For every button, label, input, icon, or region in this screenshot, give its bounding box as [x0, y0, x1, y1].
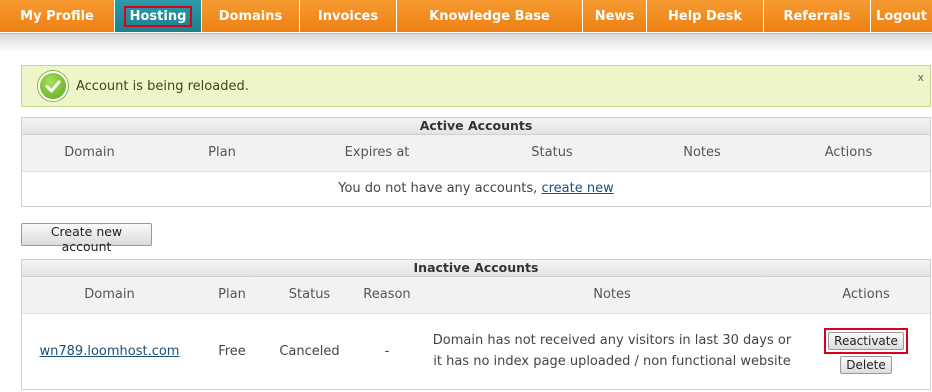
col-plan: Plan [197, 277, 267, 314]
nav-knowledge-base-label: Knowledge Base [429, 8, 550, 24]
nav-news-label: News [594, 8, 635, 24]
nav-referrals[interactable]: Referrals [764, 0, 871, 32]
nav-domains-label: Domains [218, 8, 283, 24]
action-buttons: Reactivate Delete [824, 328, 908, 375]
col-status: Status [267, 277, 352, 314]
success-alert: Account is being reloaded. x [21, 65, 931, 107]
notes-cell: Domain has not received any visitors in … [422, 313, 802, 389]
inactive-accounts-title: Inactive Accounts [22, 260, 930, 277]
checkmark-icon [38, 71, 68, 101]
table-row: wn789.loomhost.com Free Canceled - Domai… [22, 313, 930, 389]
domain-link[interactable]: wn789.loomhost.com [40, 344, 180, 359]
col-actions: Actions [802, 277, 930, 314]
notes-line-1: Domain has not received any visitors in … [432, 333, 792, 349]
reason-cell: - [384, 343, 390, 359]
nav-referrals-label: Referrals [783, 8, 851, 24]
col-expires-at: Expires at [287, 135, 467, 172]
col-domain: Domain [22, 135, 157, 172]
nav-domains[interactable]: Domains [202, 0, 300, 32]
nav-invoices-label: Invoices [317, 8, 379, 24]
nav-invoices[interactable]: Invoices [300, 0, 397, 32]
domain-cell: wn789.loomhost.com [22, 313, 197, 389]
main-nav: My Profile Hosting Domains Invoices Know… [0, 0, 932, 32]
col-status: Status [467, 135, 637, 172]
empty-text: You do not have any accounts, [338, 181, 542, 197]
plan-cell: Free [218, 343, 246, 359]
create-new-account-button[interactable]: Create new account [21, 223, 152, 254]
nav-shadow-strip [0, 33, 932, 53]
status-cell: Canceled [279, 343, 340, 359]
col-plan: Plan [157, 135, 287, 172]
inactive-accounts-table: Domain Plan Status Reason Notes Actions … [22, 277, 930, 389]
inactive-accounts-panel: Inactive Accounts Domain Plan Status Rea… [21, 259, 931, 390]
create-new-link[interactable]: create new [541, 181, 613, 196]
col-notes: Notes [422, 277, 802, 314]
nav-logout[interactable]: Logout [871, 0, 932, 32]
close-icon[interactable]: x [917, 71, 924, 84]
nav-news[interactable]: News [583, 0, 647, 32]
notes-line-2: it has no index page uploaded / non func… [433, 354, 791, 370]
col-notes: Notes [637, 135, 767, 172]
nav-help-desk[interactable]: Help Desk [647, 0, 764, 32]
alert-message: Account is being reloaded. [76, 78, 249, 94]
reactivate-button[interactable]: Reactivate [828, 332, 904, 351]
nav-my-profile-label: My Profile [20, 8, 94, 24]
actions-cell: Reactivate Delete [802, 313, 930, 389]
nav-hosting[interactable]: Hosting [115, 0, 202, 32]
nav-hosting-label: Hosting [123, 5, 193, 27]
nav-logout-label: Logout [876, 8, 927, 24]
col-actions: Actions [767, 135, 930, 172]
active-accounts-panel: Active Accounts Domain Plan Expires at S… [21, 117, 931, 207]
active-accounts-title: Active Accounts [22, 118, 930, 135]
nav-knowledge-base[interactable]: Knowledge Base [397, 0, 583, 32]
col-domain: Domain [22, 277, 197, 314]
col-reason: Reason [352, 277, 422, 314]
nav-help-desk-label: Help Desk [668, 8, 742, 24]
empty-message: You do not have any accounts, create new [22, 171, 930, 206]
active-accounts-table: Domain Plan Expires at Status Notes Acti… [22, 135, 930, 206]
reactivate-highlight: Reactivate [824, 328, 908, 355]
delete-button[interactable]: Delete [840, 356, 892, 375]
nav-my-profile[interactable]: My Profile [0, 0, 115, 32]
